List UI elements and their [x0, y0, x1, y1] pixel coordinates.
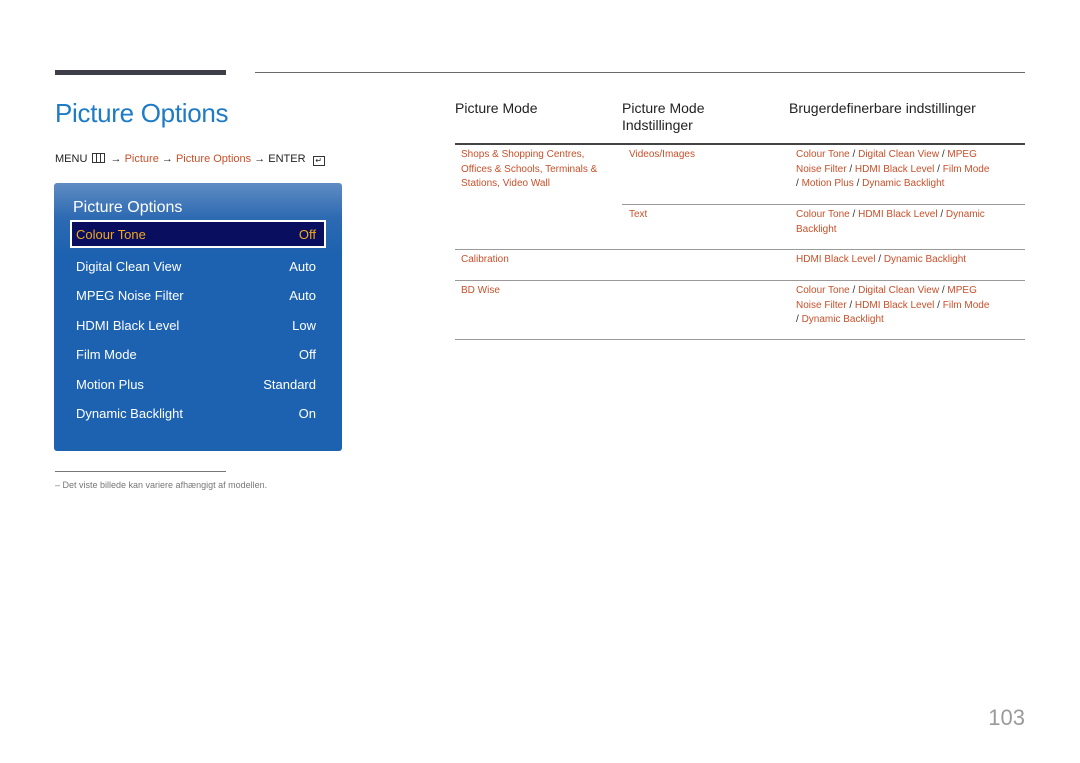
- breadcrumb: MENU → Picture → Picture Options → ENTER…: [55, 153, 325, 166]
- table-cell-custom: Colour Tone / Digital Clean View / MPEG …: [796, 284, 989, 328]
- link[interactable]: Colour Tone: [796, 149, 850, 160]
- osd-item-label: Motion Plus: [76, 377, 144, 392]
- cell-line: Backlight: [796, 223, 985, 238]
- osd-item-label: Digital Clean View: [76, 259, 182, 274]
- osd-item-value: Standard: [263, 377, 316, 392]
- link[interactable]: Dynamic Backlight: [884, 254, 966, 265]
- header-picture-mode-settings: Picture Mode Indstillinger: [622, 100, 704, 134]
- link[interactable]: Motion Plus: [802, 178, 854, 189]
- cell-line: Shops & Shopping Centres,: [461, 149, 585, 160]
- link[interactable]: HDMI Black Level: [858, 209, 937, 220]
- osd-item-value: Off: [298, 347, 316, 362]
- table-cell-custom: Colour Tone / Digital Clean View / MPEG …: [796, 148, 989, 192]
- osd-item-digital-clean-view[interactable]: Digital Clean View Auto: [70, 252, 326, 280]
- link[interactable]: Dynamic Backlight: [862, 178, 944, 189]
- link[interactable]: Colour Tone: [796, 285, 850, 296]
- row-rule: [455, 339, 1025, 340]
- table-cell-custom: HDMI Black Level / Dynamic Backlight: [796, 253, 966, 268]
- osd-menu-panel: Picture Options Colour Tone Off Digital …: [54, 183, 342, 451]
- link[interactable]: HDMI Black Level: [796, 254, 875, 265]
- osd-title: Picture Options: [73, 199, 183, 216]
- page-title: Picture Options: [55, 98, 229, 128]
- page-number: 103: [988, 705, 1025, 730]
- cell-line: Stations, Video Wall: [461, 178, 550, 190]
- cell-line: Colour Tone / HDMI Black Level / Dynamic: [796, 209, 985, 220]
- table-cell-mode: Calibration: [461, 254, 509, 265]
- arrow: →: [161, 153, 173, 165]
- table-cell-custom: Colour Tone / HDMI Black Level / Dynamic…: [796, 208, 985, 237]
- osd-item-colour-tone[interactable]: Colour Tone Off: [70, 220, 326, 248]
- link[interactable]: Film Mode: [943, 300, 990, 311]
- osd-item-label: MPEG Noise Filter: [76, 288, 184, 303]
- link[interactable]: HDMI Black Level: [855, 164, 934, 175]
- cell-line: / Dynamic Backlight: [796, 314, 884, 326]
- osd-item-value: On: [298, 406, 316, 421]
- link[interactable]: Backlight: [796, 224, 837, 235]
- cell-line: Noise Filter / HDMI Black Level / Film M…: [796, 299, 990, 311]
- osd-item-value: Auto: [289, 288, 316, 303]
- link[interactable]: HDMI Black Level: [855, 300, 934, 311]
- link[interactable]: Colour Tone: [796, 209, 850, 220]
- row-rule: [455, 249, 1025, 250]
- osd-item-hdmi-black-level[interactable]: HDMI Black Level Low: [70, 311, 326, 339]
- link[interactable]: MPEG: [947, 149, 976, 160]
- header-line: Picture Mode: [622, 100, 705, 116]
- menu-label: MENU: [55, 153, 88, 165]
- footnote-rule: [55, 471, 226, 472]
- table-header-rule: [455, 143, 1025, 145]
- osd-item-label: Film Mode: [76, 347, 137, 362]
- table-cell-setting: Text: [629, 209, 648, 220]
- section-rule-thick: [55, 70, 226, 75]
- osd-item-value: Low: [292, 318, 316, 333]
- link[interactable]: MPEG: [947, 285, 976, 296]
- osd-item-value: Auto: [289, 259, 316, 274]
- link[interactable]: Dynamic Backlight: [802, 314, 884, 325]
- header-picture-mode: Picture Mode: [455, 100, 538, 116]
- table-cell-mode: Shops & Shopping Centres, Offices & Scho…: [461, 148, 597, 192]
- osd-item-dynamic-backlight[interactable]: Dynamic Backlight On: [70, 399, 326, 427]
- footnote: – Det viste billede kan variere afhængig…: [55, 480, 268, 490]
- cell-line: / Motion Plus / Dynamic Backlight: [796, 178, 945, 190]
- enter-icon: ↵: [312, 156, 325, 166]
- menu-grid-icon: [92, 153, 106, 163]
- cell-line: Colour Tone / Digital Clean View / MPEG: [796, 149, 977, 160]
- breadcrumb-picture[interactable]: Picture: [125, 153, 159, 165]
- osd-item-value: Off: [298, 227, 316, 242]
- osd-item-film-mode[interactable]: Film Mode Off: [70, 340, 326, 368]
- row-rule: [622, 204, 1025, 205]
- cell-line: HDMI Black Level / Dynamic Backlight: [796, 254, 967, 265]
- link[interactable]: Noise Filter: [796, 164, 847, 175]
- link[interactable]: Film Mode: [943, 164, 990, 175]
- osd-item-label: HDMI Black Level: [76, 318, 180, 333]
- cell-line: Noise Filter / HDMI Black Level / Film M…: [796, 163, 990, 175]
- table-cell-mode: BD Wise: [461, 285, 500, 296]
- arrow: →: [110, 153, 122, 165]
- cell-line: Colour Tone / Digital Clean View / MPEG: [796, 285, 977, 296]
- link[interactable]: Dynamic: [946, 209, 985, 220]
- arrow: →: [254, 153, 266, 165]
- cell-line: Offices & Schools, Terminals &: [461, 163, 598, 175]
- link[interactable]: Digital Clean View: [858, 285, 939, 296]
- breadcrumb-picture-options[interactable]: Picture Options: [176, 153, 251, 165]
- link[interactable]: Digital Clean View: [858, 149, 939, 160]
- header-custom-settings: Brugerdefinerbare indstillinger: [789, 100, 976, 116]
- row-rule: [455, 280, 1025, 281]
- osd-item-label: Dynamic Backlight: [76, 406, 183, 421]
- enter-label: ENTER: [268, 153, 306, 165]
- osd-item-mpeg-noise-filter[interactable]: MPEG Noise Filter Auto: [70, 281, 326, 309]
- osd-item-label: Colour Tone: [76, 227, 146, 242]
- section-rule-thin: [255, 72, 1025, 73]
- link[interactable]: Noise Filter: [796, 300, 847, 311]
- header-line: Indstillinger: [622, 117, 693, 133]
- table-cell-setting: Videos/Images: [629, 149, 695, 160]
- osd-item-motion-plus[interactable]: Motion Plus Standard: [70, 370, 326, 398]
